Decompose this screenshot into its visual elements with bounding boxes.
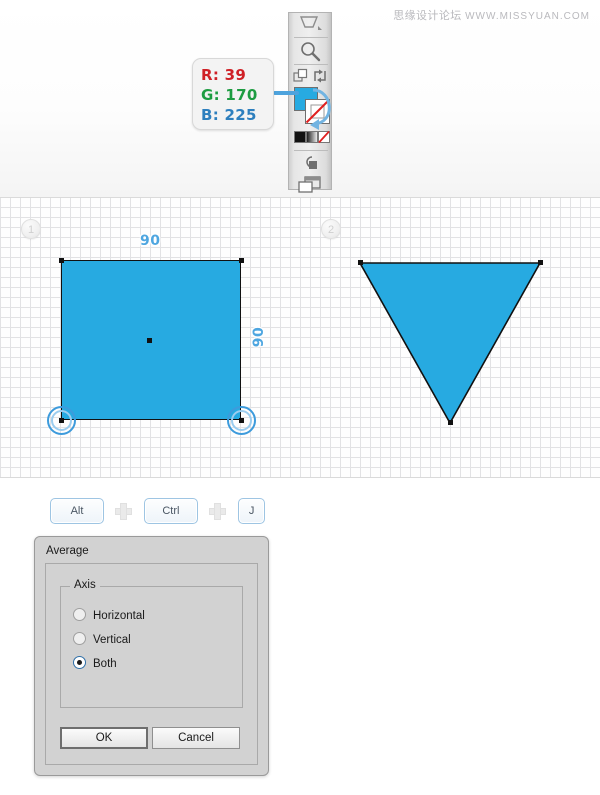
rgb-green-value: G: 170	[201, 86, 258, 104]
rgb-color-callout: R: 39 G: 170 B: 225	[192, 58, 274, 130]
dialog-title: Average	[46, 545, 89, 557]
radio-circle-selected[interactable]	[73, 656, 86, 670]
selected-anchor-highlight[interactable]	[227, 406, 256, 435]
selected-anchor-highlight[interactable]	[47, 406, 76, 435]
axis-legend: Axis	[70, 579, 100, 591]
toolbar-divider	[294, 64, 328, 65]
rgb-red-value: R: 39	[201, 66, 247, 84]
average-dialog: Average Axis Horizontal Vertical Both OK…	[34, 536, 269, 776]
artboard-canvas[interactable]: 1 2 90 90	[0, 197, 600, 478]
watermark: 思缘设计论坛 WWW.MISSYUAN.COM	[393, 7, 590, 23]
center-point	[147, 338, 152, 343]
radio-vertical[interactable]: Vertical	[73, 631, 131, 649]
key-j[interactable]: J	[237, 498, 266, 524]
key-alt[interactable]: Alt	[50, 498, 104, 524]
header-band: 思缘设计论坛 WWW.MISSYUAN.COM R: 39 G: 170 B: …	[0, 0, 600, 197]
radio-circle[interactable]	[73, 608, 86, 622]
anchor-point[interactable]	[59, 258, 64, 263]
plus-icon	[209, 502, 227, 520]
radio-both-label: Both	[93, 658, 117, 670]
anchor-point[interactable]	[538, 260, 543, 265]
step-badge-2: 2	[321, 219, 341, 239]
key-ctrl[interactable]: Ctrl	[143, 498, 198, 524]
toolbar-divider	[294, 37, 328, 38]
rgb-blue-value: B: 225	[201, 106, 257, 124]
radio-circle[interactable]	[73, 632, 86, 646]
shortcut-hint: Alt Ctrl J	[50, 498, 266, 526]
stroke-none-arrow	[310, 88, 331, 130]
ok-button[interactable]: OK	[60, 727, 148, 749]
square-height-label: 90	[251, 326, 268, 348]
callout-connector	[273, 91, 299, 95]
watermark-url: WWW.MISSYUAN.COM	[465, 11, 590, 22]
triangle-shape[interactable]	[350, 253, 550, 433]
square-width-label: 90	[140, 233, 161, 249]
radio-horizontal[interactable]: Horizontal	[73, 607, 145, 625]
watermark-cn: 思缘设计论坛	[393, 10, 462, 22]
radio-horizontal-label: Horizontal	[93, 610, 145, 622]
radio-both[interactable]: Both	[73, 655, 117, 673]
cancel-button[interactable]: Cancel	[152, 727, 240, 749]
radio-vertical-label: Vertical	[93, 634, 131, 646]
plus-icon	[115, 502, 133, 520]
step-badge-1: 1	[21, 219, 41, 239]
anchor-point[interactable]	[448, 420, 453, 425]
drawing-mode-icon[interactable]	[301, 154, 319, 177]
anchor-point[interactable]	[239, 258, 244, 263]
anchor-point[interactable]	[358, 260, 363, 265]
dialog-body: Axis Horizontal Vertical Both OK Cancel	[45, 563, 258, 765]
toolbar-divider	[294, 150, 328, 151]
axis-fieldset: Axis Horizontal Vertical Both	[60, 579, 243, 708]
